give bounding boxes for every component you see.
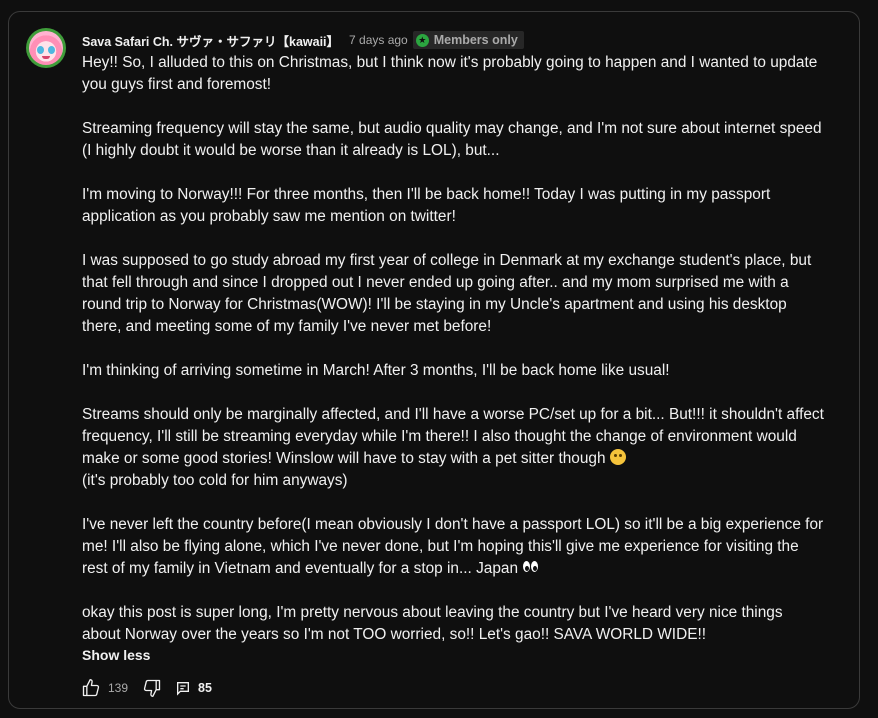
post-header: Sava Safari Ch. サヴァ・サファリ【kawaii】 7 days …	[82, 31, 524, 49]
author-name[interactable]: Sava Safari Ch. サヴァ・サファリ【kawaii】	[82, 31, 339, 50]
comment-count: 85	[198, 681, 212, 695]
comment-icon	[177, 682, 190, 696]
avatar-image	[29, 31, 63, 65]
thumbs-up-icon	[82, 679, 100, 697]
like-count: 139	[108, 681, 129, 695]
thumbs-down-icon	[143, 679, 161, 697]
channel-avatar[interactable]	[26, 28, 66, 68]
post-paragraph: I've never left the country before(I mea…	[82, 516, 824, 577]
like-button[interactable]	[81, 678, 101, 698]
post-paragraph: Streaming frequency will stay the same, …	[82, 120, 822, 159]
post-paragraph: Streams should only be marginally affect…	[82, 406, 824, 489]
post-paragraph: I was supposed to go study abroad my fir…	[82, 252, 812, 335]
post-paragraph: okay this post is super long, I'm pretty…	[82, 604, 783, 643]
community-post-card: Sava Safari Ch. サヴァ・サファリ【kawaii】 7 days …	[8, 11, 860, 709]
star-icon: ★	[415, 33, 429, 47]
comments-button[interactable]: 85	[175, 680, 212, 696]
post-paragraph: I'm thinking of arriving sometime in Mar…	[82, 362, 670, 379]
post-body: Hey!! So, I alluded to this on Christmas…	[82, 52, 824, 646]
post-paragraph: I'm moving to Norway!!! For three months…	[82, 186, 771, 225]
eyes-emoji-icon	[522, 559, 540, 575]
post-timestamp[interactable]: 7 days ago	[349, 33, 408, 47]
post-actions: 139 85	[81, 676, 212, 700]
smiling-face-emoji-icon	[609, 449, 626, 465]
dislike-button[interactable]	[142, 678, 162, 698]
post-paragraph: Hey!! So, I alluded to this on Christmas…	[82, 54, 818, 93]
show-less-button[interactable]: Show less	[82, 647, 150, 663]
badge-label: Members only	[433, 33, 518, 47]
members-only-badge: ★ Members only	[412, 31, 524, 49]
